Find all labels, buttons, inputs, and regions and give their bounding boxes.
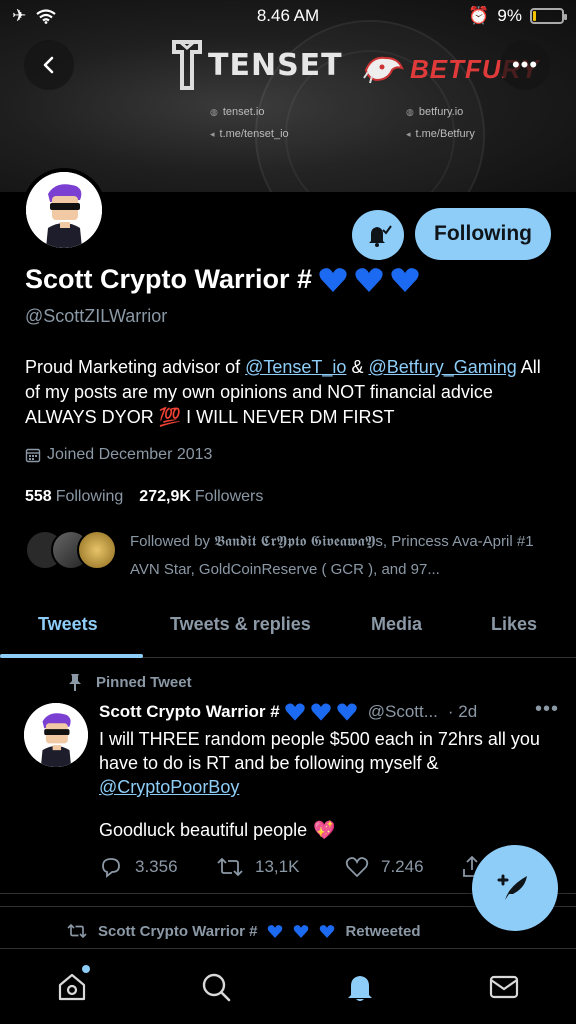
bottom-navigation — [0, 948, 576, 1024]
tweet-author-avatar[interactable] — [24, 703, 88, 767]
back-icon — [43, 56, 54, 74]
nav-home[interactable] — [54, 965, 90, 1005]
like-button[interactable]: 7.246 — [345, 855, 461, 879]
tenset-wordmark: TENSET — [208, 47, 343, 83]
more-options-button[interactable]: ••• — [500, 40, 550, 90]
blue-heart-icon — [337, 703, 357, 721]
avatar-illustration — [26, 172, 102, 248]
globe-icon: ◍ — [210, 106, 218, 117]
retweeted-label: Scott Crypto Warrior # Retweeted — [66, 922, 421, 940]
blue-heart-icon — [320, 924, 335, 938]
back-button[interactable] — [24, 40, 74, 90]
tab-media[interactable]: Media — [371, 614, 422, 635]
followed-by-avatars[interactable] — [25, 530, 117, 570]
blue-heart-icon — [319, 267, 347, 292]
banner-link-betfury-site: ◍ betfury.io — [406, 106, 464, 118]
sparkling-heart-icon: 💖 — [313, 820, 336, 840]
banner-link-betfury-telegram: ◂ t.me/Betfury — [406, 128, 475, 140]
joined-date: Joined December 2013 — [25, 446, 212, 464]
followers-count-link[interactable]: 272,9K Followers — [139, 488, 263, 506]
bio-link-tenset[interactable]: @TenseT_io — [245, 357, 346, 377]
blue-heart-icon — [294, 924, 309, 938]
bell-check-icon — [369, 225, 392, 247]
tweet-text: I will THREE random people $500 each in … — [99, 729, 540, 797]
profile-handle: @ScottZILWarrior — [25, 306, 168, 326]
notifications-icon — [348, 976, 372, 1001]
follower-avatar — [77, 530, 117, 570]
nav-messages[interactable] — [486, 969, 522, 1005]
blue-heart-icon — [391, 267, 419, 292]
tweet-mention-link[interactable]: @CryptoPoorBoy — [99, 777, 239, 797]
like-icon — [345, 857, 369, 878]
alarm-icon: ⏰ — [468, 6, 490, 25]
battery-icon — [530, 8, 567, 24]
compose-icon — [497, 874, 527, 900]
reply-button[interactable]: 3.356 — [99, 855, 217, 879]
battery-percent: 9% — [497, 6, 522, 25]
tweet-author-handle: @Scott... — [367, 702, 438, 721]
reply-icon — [102, 858, 120, 878]
tweet-more-icon[interactable]: ••• — [535, 698, 559, 721]
blue-heart-icon — [268, 924, 283, 938]
notifications-toggle-button[interactable] — [352, 210, 404, 260]
profile-tabs: Tweets Tweets & replies Media Likes — [0, 600, 576, 658]
pinned-label: Pinned Tweet — [66, 672, 192, 692]
blue-heart-icon — [311, 703, 331, 721]
profile-avatar[interactable] — [22, 168, 106, 252]
profile-name: Scott Crypto Warrior # — [25, 264, 420, 295]
banner-link-tenset-telegram: ◂ t.me/tenset_io — [210, 128, 289, 140]
betfury-mascot-icon — [363, 56, 404, 84]
tenset-mark-icon — [172, 40, 202, 90]
retweet-button[interactable]: 13,1K — [217, 855, 345, 879]
following-count-link[interactable]: 558 Following — [25, 488, 123, 506]
bio-link-betfury[interactable]: @Betfury_Gaming — [368, 357, 516, 377]
status-bar: ✈ 8.46 AM ⏰ 9% — [0, 0, 576, 32]
globe-icon: ◍ — [406, 106, 414, 117]
messages-icon — [489, 975, 519, 999]
home-icon — [58, 973, 86, 1001]
telegram-icon: ◂ — [210, 128, 215, 139]
tab-tweets[interactable]: Tweets — [38, 614, 98, 635]
compose-tweet-button[interactable] — [472, 845, 558, 931]
blue-heart-icon — [355, 267, 383, 292]
followed-by-text[interactable]: Followed by 𝕭𝖆𝖓𝖉𝖎𝖙 𝕮𝖗𝖄𝖕𝖙𝖔 𝕲𝖎𝖛𝖊𝖆𝖜𝖆𝖄s, Pri… — [130, 528, 550, 584]
tweet-author-name[interactable]: Scott Crypto Warrior # — [99, 702, 280, 722]
tweet-timestamp: · 2d — [447, 702, 478, 721]
active-tab-indicator — [0, 654, 143, 658]
more-icon: ••• — [511, 52, 539, 77]
profile-bio: Proud Marketing advisor of @TenseT_io & … — [25, 357, 541, 427]
search-icon — [202, 973, 231, 1002]
tab-likes[interactable]: Likes — [491, 614, 537, 635]
home-notification-dot — [82, 965, 90, 973]
avatar-illustration — [24, 703, 88, 767]
tweet-text-second-line: Goodluck beautiful people 💖 — [99, 820, 336, 840]
tab-tweets-and-replies[interactable]: Tweets & replies — [170, 614, 311, 635]
banner-link-tenset-site: ◍ tenset.io — [210, 106, 265, 118]
telegram-icon: ◂ — [406, 128, 411, 139]
pin-icon — [69, 674, 81, 691]
nav-notifications[interactable] — [342, 969, 378, 1005]
tenset-logo: TENSET — [170, 38, 343, 92]
following-button[interactable]: Following — [415, 208, 551, 260]
nav-search[interactable] — [198, 969, 234, 1005]
retweet-icon — [67, 923, 87, 939]
blue-heart-icon — [285, 703, 305, 721]
tweet-actions: 3.356 13,1K 7.246 — [99, 855, 483, 879]
tweet-header: Scott Crypto Warrior # @Scott... · 2d ••… — [99, 698, 559, 722]
retweet-icon — [217, 857, 243, 877]
follow-counts: 558 Following 272,9K Followers — [25, 488, 263, 506]
calendar-icon — [25, 448, 41, 463]
